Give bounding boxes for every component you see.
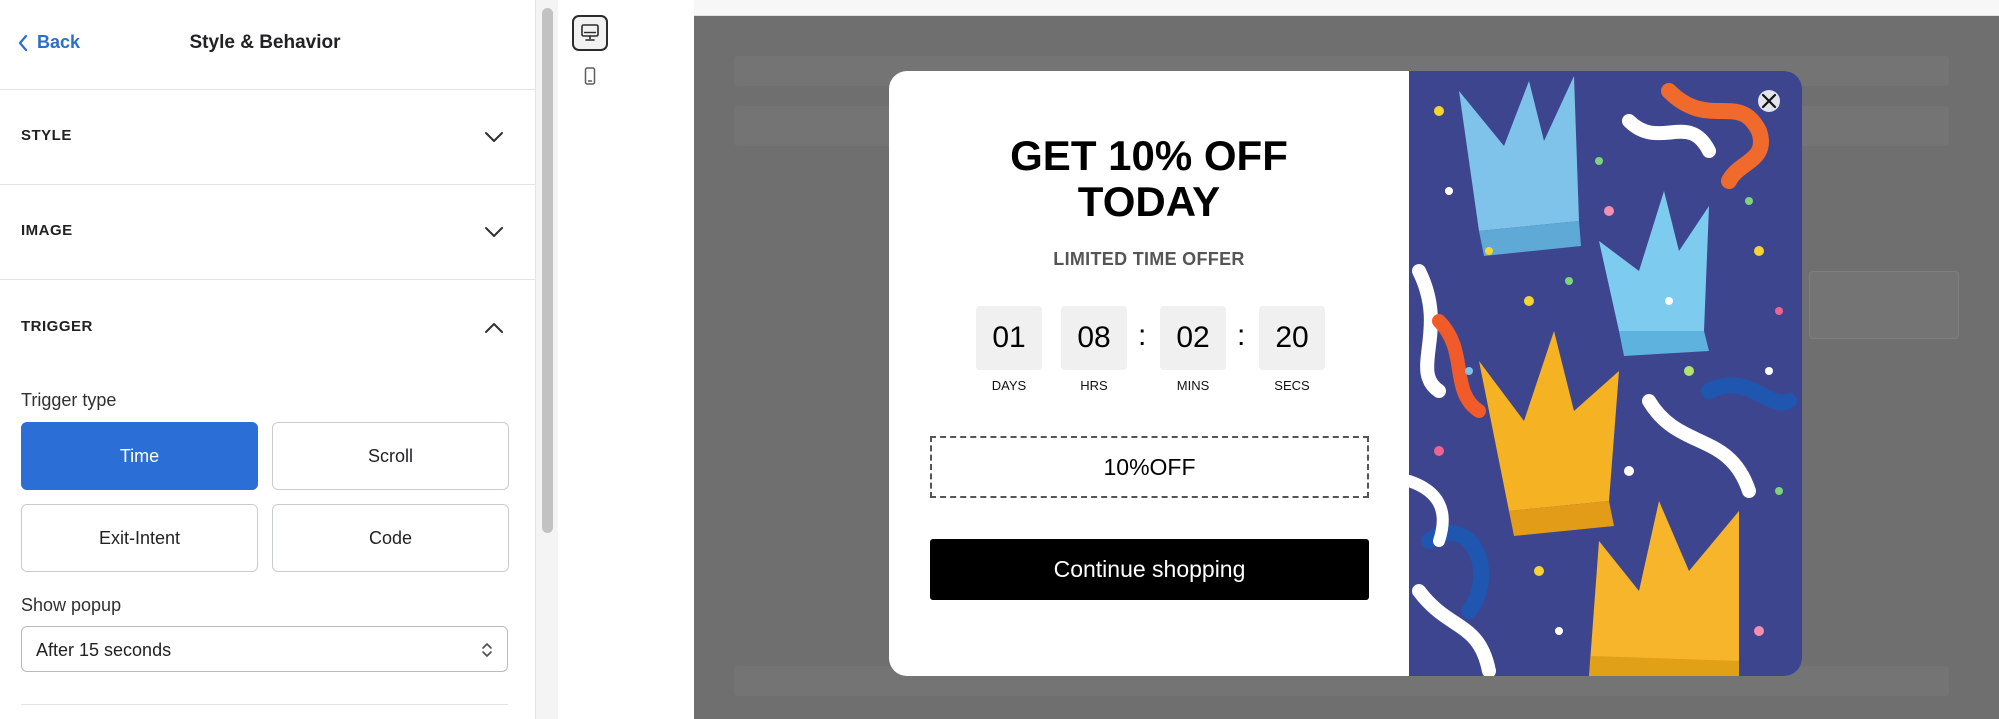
countdown-secs-label: SECS xyxy=(1274,378,1310,393)
show-popup-select[interactable]: After 15 seconds xyxy=(21,626,508,672)
countdown-secs-value: 20 xyxy=(1259,306,1325,370)
chevron-down-icon xyxy=(485,227,503,237)
party-hats-illustration xyxy=(1409,71,1802,676)
section-trigger[interactable]: TRIGGER xyxy=(0,280,536,375)
continue-shopping-button[interactable]: Continue shopping xyxy=(930,539,1369,600)
section-image[interactable]: IMAGE xyxy=(0,185,536,280)
preview-top-bar xyxy=(694,0,1999,16)
device-toolbar xyxy=(558,0,694,719)
section-trigger-label: TRIGGER xyxy=(21,318,93,335)
countdown-days-value: 01 xyxy=(976,306,1042,370)
section-image-label: IMAGE xyxy=(21,222,73,239)
panel-header: Back Style & Behavior xyxy=(0,0,536,90)
popup-preview: GET 10% OFF TODAY LIMITED TIME OFFER 01 … xyxy=(889,71,1802,676)
trigger-option-scroll[interactable]: Scroll xyxy=(272,422,509,490)
close-icon xyxy=(1758,90,1780,112)
trigger-option-time[interactable]: Time xyxy=(21,422,258,490)
show-popup-value: After 15 seconds xyxy=(36,640,172,660)
divider xyxy=(21,704,508,705)
countdown-days-label: DAYS xyxy=(991,378,1027,393)
party-hats-image xyxy=(1409,71,1802,676)
chevron-down-icon xyxy=(485,132,503,142)
mobile-view-button[interactable] xyxy=(572,58,608,94)
trigger-option-exit-intent[interactable]: Exit-Intent xyxy=(21,504,258,572)
app-window: Back Style & Behavior STYLE IMAGE TRIGGE… xyxy=(0,0,1999,719)
countdown-hours-value: 08 xyxy=(1061,306,1127,370)
background-placeholder xyxy=(1809,271,1959,339)
desktop-icon xyxy=(581,24,599,41)
countdown-hours-label: HRS xyxy=(1080,378,1108,393)
mobile-icon xyxy=(584,67,596,85)
popup-headline-text: GET 10% OFF TODAY xyxy=(1010,132,1288,225)
select-updown-icon xyxy=(482,643,492,657)
show-popup-label: Show popup xyxy=(21,595,122,615)
countdown-mins-value: 02 xyxy=(1160,306,1226,370)
trigger-option-code[interactable]: Code xyxy=(272,504,509,572)
section-style-label: STYLE xyxy=(21,127,72,144)
countdown-separator: : xyxy=(1138,319,1147,352)
section-style[interactable]: STYLE xyxy=(0,90,536,185)
page-title: Style & Behavior xyxy=(189,32,341,53)
coupon-code-box[interactable]: 10%OFF xyxy=(930,436,1369,498)
popup-close-button[interactable] xyxy=(1749,81,1789,121)
chevron-up-icon xyxy=(485,323,503,333)
popup-content: GET 10% OFF TODAY LIMITED TIME OFFER 01 … xyxy=(889,71,1409,676)
trigger-type-label: Trigger type xyxy=(21,390,117,410)
desktop-view-button[interactable] xyxy=(572,15,608,51)
countdown-mins-label: MINS xyxy=(1176,378,1210,393)
settings-panel: Back Style & Behavior STYLE IMAGE TRIGGE… xyxy=(0,0,536,719)
popup-headline: GET 10% OFF TODAY xyxy=(889,133,1409,225)
countdown-separator: : xyxy=(1237,319,1246,352)
scrollbar-thumb[interactable] xyxy=(542,8,553,533)
popup-subhead: LIMITED TIME OFFER xyxy=(1053,249,1245,269)
